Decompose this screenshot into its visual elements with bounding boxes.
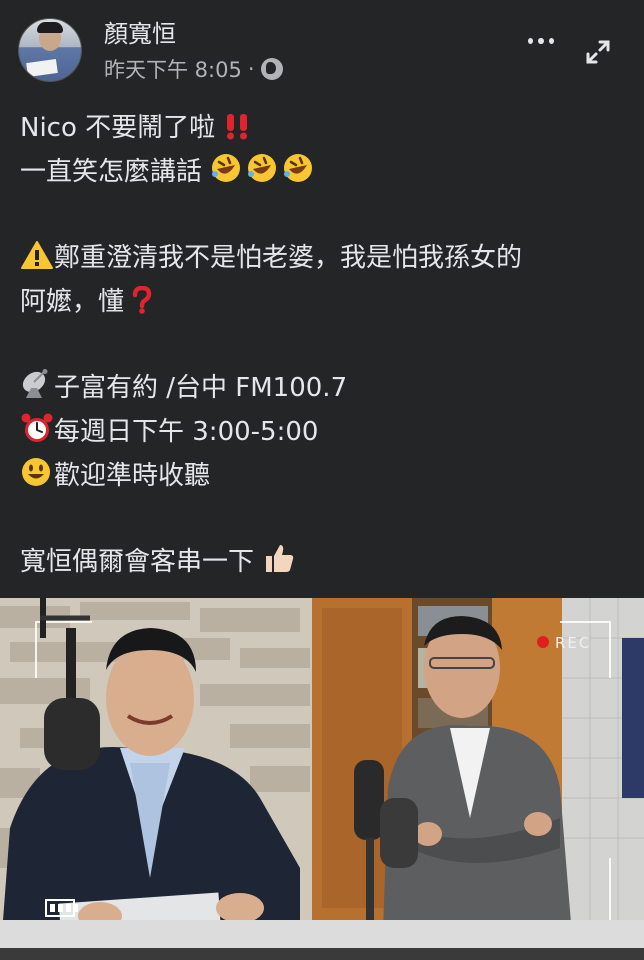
- smiley-icon: [22, 458, 50, 486]
- post-line-4: 阿嬤，懂: [20, 280, 630, 324]
- satellite-dish-icon: [22, 369, 48, 398]
- post-timestamp[interactable]: 昨天下午 8:05: [104, 54, 242, 84]
- red-question-icon: [133, 286, 152, 314]
- radio-studio-photo[interactable]: REC: [0, 598, 644, 960]
- avatar-paper: [26, 58, 58, 78]
- author-avatar[interactable]: [18, 18, 82, 82]
- alarm-clock-icon: [21, 413, 53, 442]
- globe-icon[interactable]: [260, 58, 283, 80]
- meta-separator: ·: [247, 57, 255, 81]
- post-line-8: 寬恒偶爾會客串一下: [20, 540, 630, 584]
- author-name[interactable]: 顏寬恒: [104, 14, 176, 49]
- post-line-5: 子富有約 /台中 FM100.7: [20, 366, 630, 410]
- post-header: 顏寬恒 昨天下午 8:05 ·: [0, 0, 644, 90]
- post-line-3: 鄭重澄清我不是怕老婆，我是怕我孫女的: [20, 236, 630, 280]
- post-text: Nico 不要鬧了啦 一直笑怎麼講話 鄭重澄清我不是怕老婆，我是怕我孫女的 阿嬤…: [20, 106, 630, 584]
- double-exclamation-icon: [227, 114, 248, 140]
- rec-label: REC: [555, 634, 591, 652]
- post-line-7: 歡迎準時收聽: [20, 454, 630, 498]
- more-options-icon[interactable]: [528, 36, 554, 46]
- post-line-2: 一直笑怎麼講話: [20, 150, 630, 194]
- expand-icon[interactable]: [584, 38, 612, 66]
- post-meta: 昨天下午 8:05 ·: [104, 54, 283, 84]
- avatar-hair: [37, 22, 63, 33]
- warning-icon: [21, 241, 53, 269]
- thumbs-up-icon: [266, 545, 294, 572]
- post-line-1: Nico 不要鬧了啦: [20, 106, 630, 150]
- rofl-icon: [212, 154, 313, 182]
- rec-dot: [537, 636, 549, 648]
- post-line-6: 每週日下午 3:00-5:00: [20, 410, 630, 454]
